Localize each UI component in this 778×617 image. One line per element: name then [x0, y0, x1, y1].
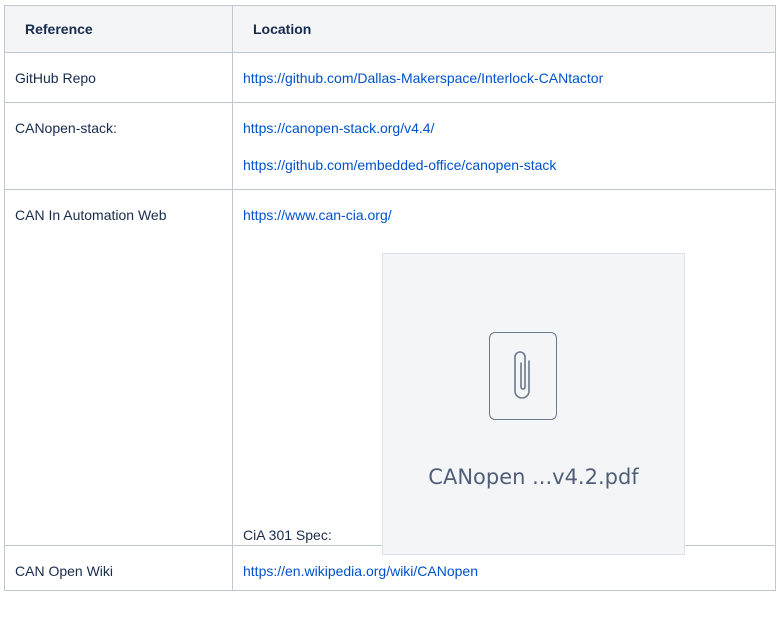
- reference-table: Reference Location GitHub Repo https://g…: [4, 5, 776, 591]
- location-cell: https://canopen-stack.org/v4.4/ https://…: [232, 102, 776, 190]
- canopen-stack-github-link[interactable]: https://github.com/embedded-office/canop…: [243, 157, 556, 173]
- reference-text: GitHub Repo: [15, 70, 96, 86]
- table-row: CAN In Automation Web https://www.can-ci…: [4, 189, 776, 555]
- header-location: Location: [232, 5, 776, 53]
- reference-text: CANopen-stack:: [15, 120, 117, 136]
- paperclip-icon: [489, 332, 557, 420]
- attachment-label: CiA 301 Spec:: [243, 527, 332, 543]
- can-cia-link[interactable]: https://www.can-cia.org/: [243, 207, 392, 223]
- github-repo-link[interactable]: https://github.com/Dallas-Makerspace/Int…: [243, 70, 603, 86]
- canopen-wiki-link[interactable]: https://en.wikipedia.org/wiki/CANopen: [243, 563, 478, 579]
- table-row: GitHub Repo https://github.com/Dallas-Ma…: [4, 52, 776, 103]
- reference-cell: CAN In Automation Web: [4, 189, 233, 546]
- header-reference: Reference: [4, 5, 233, 53]
- reference-cell: CAN Open Wiki: [4, 545, 233, 591]
- reference-text: CAN Open Wiki: [15, 563, 114, 579]
- table-row: CANopen-stack: https://canopen-stack.org…: [4, 102, 776, 190]
- pdf-attachment-card[interactable]: CANopen ...v4.2.pdf: [382, 253, 685, 555]
- attachment-file-name: CANopen ...v4.2.pdf: [428, 465, 639, 489]
- reference-text: CAN In Automation Web: [15, 207, 167, 223]
- canopen-stack-docs-link[interactable]: https://canopen-stack.org/v4.4/: [243, 120, 434, 136]
- table-header-row: Reference Location: [4, 5, 776, 53]
- reference-cell: GitHub Repo: [4, 52, 233, 103]
- reference-cell: CANopen-stack:: [4, 102, 233, 190]
- attachment-line: CiA 301 Spec: CANopen ...v4.2.pdf: [243, 225, 765, 555]
- location-cell: https://www.can-cia.org/ CiA 301 Spec: C…: [232, 189, 776, 555]
- location-cell: https://github.com/Dallas-Makerspace/Int…: [232, 52, 776, 103]
